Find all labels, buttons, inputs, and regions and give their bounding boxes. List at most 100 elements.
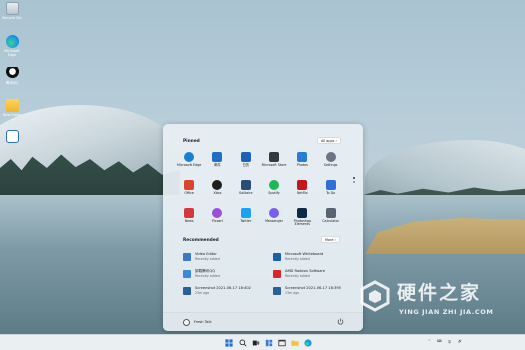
chevron-right-icon: › [334,238,336,242]
pinned-app-office[interactable]: Office [175,179,203,207]
pinned-app-photos[interactable]: Photos [288,151,316,179]
twitter-icon [240,208,251,218]
power-icon[interactable] [337,318,344,325]
pinned-app-xbox[interactable]: Xbox [203,179,231,207]
picsart-icon [212,208,223,218]
pinned-app-label: Photos [296,162,308,167]
pinned-app-spotify[interactable]: Spotify [260,179,288,207]
taskbar: ^ ⌨ 中 🔊 [0,334,525,350]
pinned-app-todo[interactable]: To Do [316,179,344,207]
file-explorer-icon[interactable] [278,339,286,347]
user-name[interactable]: Fresh Talk [194,320,212,324]
pinned-app-label: Microsoft Edge [176,162,202,167]
pinned-app-store[interactable]: Microsoft Store [260,151,288,179]
whiteboard-icon [273,253,281,261]
pinned-app-twitter[interactable]: Twitter [232,207,260,235]
pinned-app-calendar[interactable]: 日历 [232,151,260,179]
pinned-app-calculator[interactable]: Calculator [316,207,344,235]
calendar-icon [240,152,251,162]
volume-icon[interactable]: 🔊 [458,339,462,343]
pinned-pager[interactable] [352,175,356,185]
pinned-app-label: 日历 [242,162,250,167]
pinned-app-solitaire[interactable]: Solitaire [232,179,260,207]
xbox-icon [212,180,223,190]
recommended-item[interactable]: Microsoft Whiteboard Recently added [273,252,353,266]
todo-icon [325,180,336,190]
recommended-item[interactable]: Screenshot 2021-06-17 18:395 23m ago [273,286,353,300]
recommended-item-title: Microsoft Whiteboard [285,252,324,256]
qq-uninstall-icon [183,270,191,278]
recommended-item-subtitle: 23m ago [195,290,210,295]
photos-icon [297,152,308,162]
pinned-app-label: To Do [326,190,336,195]
chevron-right-icon: › [335,139,337,143]
keyboard-icon[interactable]: ⌨ [437,339,442,343]
amd-icon [273,270,281,278]
watermark-subtitle: YING JIAN ZHI JIA.COM [399,308,494,316]
start-icon[interactable] [225,339,233,347]
desktop-icon-recycle-bin[interactable]: Recycle Bin [2,2,22,20]
pinned-app-photoshop[interactable]: Photoshop Elements [288,207,316,235]
messenger-icon [269,208,280,218]
pinned-app-label: Photoshop Elements [293,218,311,227]
folder-icon[interactable] [291,339,299,347]
desktop-icon-folder[interactable]: New folder [2,99,22,117]
desktop-icon-qq[interactable]: 腾讯QQ [2,67,22,85]
search-icon[interactable] [239,339,247,347]
edge-icon[interactable] [304,339,312,347]
pager-dot[interactable] [353,181,355,183]
start-menu-footer: Fresh Talk [163,312,363,331]
pinned-app-label: News [184,218,194,223]
app-shortcut-icon [5,130,19,143]
pinned-title: Pinned [183,139,200,144]
store-icon [269,152,280,162]
recommended-title: Recommended [183,238,219,243]
tray-overflow-icon[interactable]: ^ [428,339,431,343]
all-apps-button[interactable]: All apps › [317,137,341,144]
pinned-app-messenger[interactable]: Messenger [260,207,288,235]
more-button[interactable]: More › [321,236,340,243]
pinned-app-netflix[interactable]: Netflix [288,179,316,207]
pinned-app-settings[interactable]: Settings [316,151,344,179]
task-view-icon[interactable] [252,339,260,347]
pager-dot-active[interactable] [353,177,355,179]
user-avatar[interactable] [183,319,190,326]
desktop-icon-label: 腾讯QQ [5,81,19,85]
recommended-item-title: Screenshot 2021-06-17 18:402 [195,286,251,290]
recommended-item-subtitle: Recently added [285,273,310,278]
start-menu: Pinned All apps › Microsoft Edge 邮件 日历 M… [163,124,363,331]
pinned-app-label: Netflix [296,190,308,195]
desktop-icon-label: New folder [2,113,22,117]
pinned-app-label: Twitter [240,218,252,223]
calculator-icon [325,208,336,218]
recommended-item-title: Screenshot 2021-06-17 18:395 [285,286,341,290]
recommended-item[interactable]: AMD Radeon Software Recently added [273,269,353,283]
recommended-item-subtitle: Recently added [195,273,220,278]
photoshop-icon [297,208,308,218]
pinned-app-label: Picsart [211,218,223,223]
desktop-icon-app[interactable] [2,130,22,143]
netflix-icon [297,180,308,190]
widgets-icon[interactable] [265,339,273,347]
video-editor-icon [183,253,191,261]
recommended-item-subtitle: 23m ago [285,290,300,295]
screenshot-file-icon [273,287,281,295]
pinned-app-label: Settings [323,162,338,167]
pinned-app-picsart[interactable]: Picsart [203,207,231,235]
recommended-item-title: Video Editor [195,252,217,256]
recommended-item[interactable]: 卸载腾讯QQ Recently added [183,269,263,283]
settings-icon [325,152,336,162]
desktop-icon-edge[interactable]: Microsoft Edge [2,35,22,57]
input-method-indicator[interactable]: 中 [448,339,451,344]
pinned-app-label: Messenger [265,218,283,223]
watermark-title: 硬件之家 [397,282,482,304]
pinned-app-mail[interactable]: 邮件 [203,151,231,179]
folder-icon [5,99,19,112]
pinned-app-news[interactable]: News [175,207,203,235]
pinned-app-edge[interactable]: Microsoft Edge [175,151,203,179]
recommended-item[interactable]: Video Editor Recently added [183,252,263,266]
screenshot-file-icon [183,287,191,295]
spotify-icon [269,180,280,190]
mail-icon [212,152,223,162]
recommended-item[interactable]: Screenshot 2021-06-17 18:402 23m ago [183,286,263,300]
